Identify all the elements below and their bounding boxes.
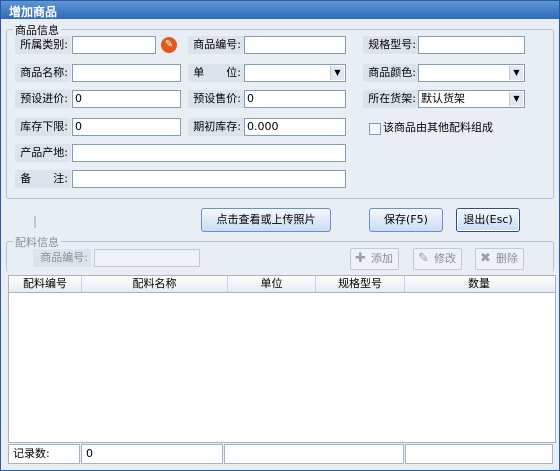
save-button[interactable]: 保存(F5) <box>369 208 443 232</box>
column-header[interactable]: 数量 <box>405 276 553 292</box>
remark-label: 备 注: <box>15 170 71 188</box>
stock-min-field[interactable]: 0 <box>72 118 181 136</box>
record-count-value: 0 <box>81 444 223 464</box>
record-count-label: 记录数: <box>8 444 80 464</box>
category-label: 所属类别: <box>15 36 71 54</box>
column-header[interactable]: 规格型号 <box>316 276 405 292</box>
stock-min-label: 库存下限: <box>15 118 71 136</box>
ingredient-code-label: 商品编号: <box>33 249 91 267</box>
wrench-icon: ✎ <box>418 251 429 266</box>
chevron-down-icon[interactable]: ▼ <box>509 66 523 80</box>
color-label: 商品颜色: <box>363 64 419 82</box>
spec-label: 规格型号: <box>363 36 419 54</box>
code-label: 商品编号: <box>188 36 244 54</box>
delete-icon: ✖ <box>480 251 491 266</box>
delete-ingredient-button[interactable]: ✖ 删除 <box>475 248 524 270</box>
chevron-down-icon[interactable]: ▼ <box>509 92 523 106</box>
purchase-price-field[interactable]: 0 <box>72 90 181 108</box>
name-label: 商品名称: <box>15 64 71 82</box>
category-field[interactable] <box>72 36 156 54</box>
shelf-value: 默认货架 <box>421 92 465 105</box>
edit-ingredient-button[interactable]: ✎ 修改 <box>413 248 462 270</box>
code-field[interactable] <box>244 36 346 54</box>
ingredients-table[interactable]: 配料编号 配料名称 单位 规格型号 数量 <box>8 275 556 443</box>
origin-label: 产品产地: <box>15 144 71 162</box>
add-ingredient-button[interactable]: ✚ 添加 <box>350 248 399 270</box>
splitter-handle[interactable] <box>34 216 36 228</box>
name-field[interactable] <box>72 64 181 82</box>
initial-stock-label: 期初库存: <box>188 118 244 136</box>
chevron-down-icon[interactable]: ▼ <box>330 66 344 80</box>
add-goods-window: 增加商品 商品信息 所属类别: ✎ 商品编号: 规格型号: 商品名称: 单 位:… <box>0 0 560 471</box>
window-title: 增加商品 <box>9 5 58 19</box>
shelf-label: 所在货架: <box>363 90 419 108</box>
composite-checkbox[interactable] <box>369 123 381 135</box>
ingredients-legend: 配料信息 <box>13 234 61 250</box>
purchase-price-label: 预设进价: <box>15 90 71 108</box>
remark-field[interactable] <box>72 170 346 188</box>
plus-icon: ✚ <box>355 251 366 266</box>
category-picker-icon[interactable]: ✎ <box>161 37 177 53</box>
unit-label: 单 位: <box>188 64 244 82</box>
column-header[interactable]: 单位 <box>228 276 316 292</box>
title-bar: 增加商品 <box>1 1 559 19</box>
unit-select[interactable]: ▼ <box>244 64 346 82</box>
exit-button[interactable]: 退出(Esc) <box>456 208 520 232</box>
column-header[interactable]: 配料名称 <box>82 276 228 292</box>
status-panel-right <box>405 444 553 464</box>
color-select[interactable]: ▼ <box>418 64 525 82</box>
table-header: 配料编号 配料名称 单位 规格型号 数量 <box>9 276 555 293</box>
status-panel <box>224 444 404 464</box>
edit-ingredient-label: 修改 <box>434 252 456 265</box>
delete-ingredient-label: 删除 <box>496 252 518 265</box>
composite-checkbox-label[interactable]: 该商品由其他配料组成 <box>383 120 493 136</box>
column-header[interactable]: 配料编号 <box>9 276 82 292</box>
status-bar: 记录数: 0 <box>1 443 559 465</box>
add-ingredient-label: 添加 <box>371 252 393 265</box>
sale-price-field[interactable]: 0 <box>244 90 346 108</box>
initial-stock-field[interactable]: 0.000 <box>244 118 346 136</box>
sale-price-label: 预设售价: <box>188 90 244 108</box>
photo-button[interactable]: 点击查看或上传照片 <box>201 208 331 232</box>
shelf-select[interactable]: 默认货架 ▼ <box>418 90 525 108</box>
origin-field[interactable] <box>72 144 346 162</box>
ingredient-code-field <box>94 249 200 267</box>
spec-field[interactable] <box>418 36 525 54</box>
